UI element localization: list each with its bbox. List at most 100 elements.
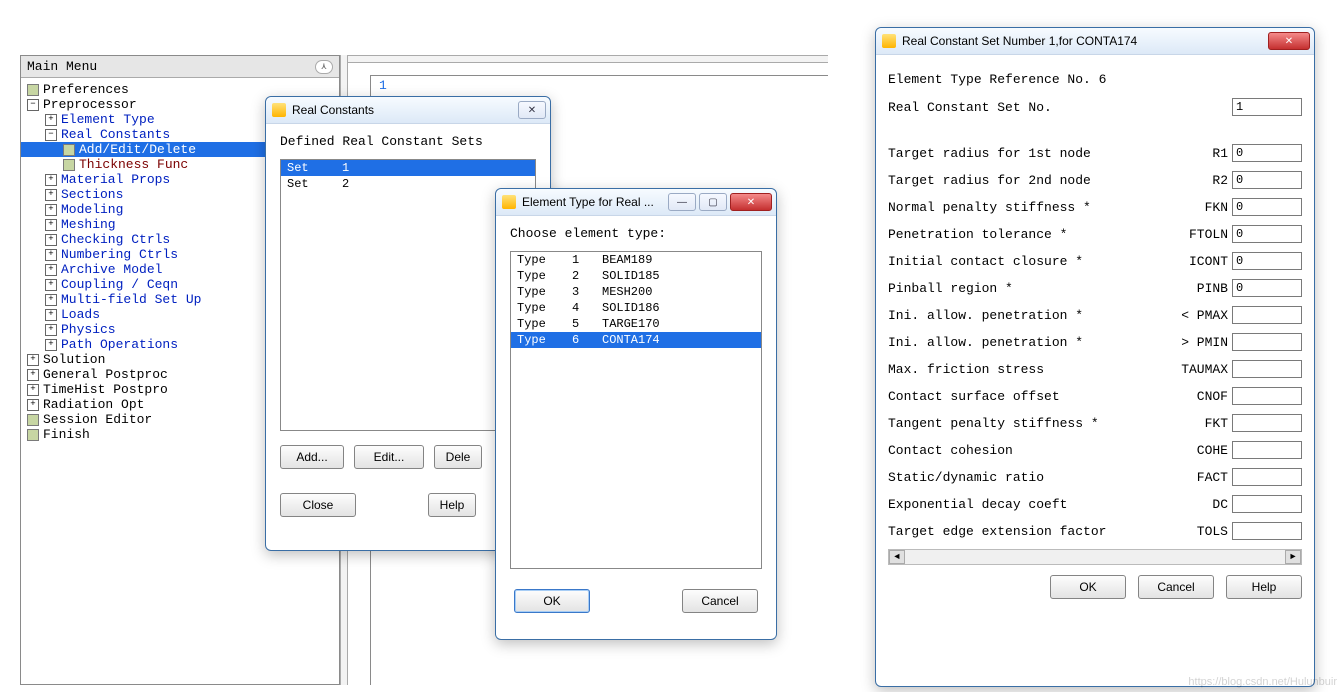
tree-item-label: Real Constants xyxy=(61,127,170,142)
field-input[interactable] xyxy=(1232,306,1302,324)
list-item[interactable]: Type1BEAM189 xyxy=(511,252,761,268)
scroll-right-icon[interactable]: ► xyxy=(1285,550,1301,564)
horizontal-scrollbar[interactable]: ◄ ► xyxy=(888,549,1302,565)
close-icon[interactable]: ✕ xyxy=(1268,32,1310,50)
element-type-titlebar[interactable]: Element Type for Real ... — ▢ ✕ xyxy=(496,189,776,216)
real-constants-titlebar[interactable]: Real Constants ✕ xyxy=(266,97,550,124)
cancel-button[interactable]: Cancel xyxy=(1138,575,1214,599)
field-input[interactable] xyxy=(1232,171,1302,189)
field-label: Tangent penalty stiffness * xyxy=(888,416,1168,431)
expand-icon[interactable]: + xyxy=(45,324,57,336)
tree-item-label: Solution xyxy=(43,352,105,367)
list-item[interactable]: Set1 xyxy=(281,160,535,176)
collapse-icon[interactable]: − xyxy=(45,129,57,141)
expand-icon[interactable]: + xyxy=(45,189,57,201)
field-label: Penetration tolerance * xyxy=(888,227,1168,242)
field-code: FKN xyxy=(1168,200,1232,215)
delete-button[interactable]: Dele xyxy=(434,445,482,469)
field-input[interactable] xyxy=(1232,333,1302,351)
list-item[interactable]: Type3MESH200 xyxy=(511,284,761,300)
tree-item-label: Thickness Func xyxy=(79,157,188,172)
field-input[interactable] xyxy=(1232,279,1302,297)
expand-icon[interactable]: + xyxy=(45,294,57,306)
field-label: Target radius for 2nd node xyxy=(888,173,1168,188)
field-input[interactable] xyxy=(1232,495,1302,513)
edit-button[interactable]: Edit... xyxy=(354,445,424,469)
expand-icon[interactable]: + xyxy=(45,279,57,291)
field-input[interactable] xyxy=(1232,252,1302,270)
field-row: Target edge extension factorTOLS xyxy=(888,518,1302,544)
field-code: DC xyxy=(1168,497,1232,512)
element-type-list[interactable]: Type1BEAM189Type2SOLID185Type3MESH200Typ… xyxy=(510,251,762,569)
help-button[interactable]: Help xyxy=(1226,575,1302,599)
field-code: FACT xyxy=(1168,470,1232,485)
expand-icon[interactable]: + xyxy=(45,339,57,351)
field-label: Target edge extension factor xyxy=(888,524,1168,539)
expand-icon[interactable]: + xyxy=(27,354,39,366)
help-button[interactable]: Help xyxy=(428,493,476,517)
field-input[interactable] xyxy=(1232,441,1302,459)
leaf-icon[interactable] xyxy=(27,84,39,96)
expand-icon[interactable]: + xyxy=(45,219,57,231)
field-label: Initial contact closure * xyxy=(888,254,1168,269)
field-row: Ini. allow. penetration *> PMIN xyxy=(888,329,1302,355)
expand-icon[interactable]: + xyxy=(27,369,39,381)
expand-icon[interactable]: + xyxy=(45,264,57,276)
editor-line-number: 1 xyxy=(379,78,387,93)
field-row: Target radius for 1st nodeR1 xyxy=(888,140,1302,166)
collapse-icon[interactable]: − xyxy=(27,99,39,111)
tree-item[interactable]: Preferences xyxy=(21,82,339,97)
field-input[interactable] xyxy=(1232,468,1302,486)
list-item[interactable]: Type6CONTA174 xyxy=(511,332,761,348)
close-button[interactable]: Close xyxy=(280,493,356,517)
add-button[interactable]: Add... xyxy=(280,445,344,469)
list-item[interactable]: Type4SOLID186 xyxy=(511,300,761,316)
tree-item-label: Material Props xyxy=(61,172,170,187)
leaf-icon[interactable] xyxy=(27,414,39,426)
app-icon xyxy=(882,34,896,48)
maximize-icon[interactable]: ▢ xyxy=(699,193,727,211)
field-input[interactable] xyxy=(1232,360,1302,378)
list-item[interactable]: Type2SOLID185 xyxy=(511,268,761,284)
tree-item-label: Meshing xyxy=(61,217,116,232)
leaf-icon[interactable] xyxy=(27,429,39,441)
tree-item-label: Checking Ctrls xyxy=(61,232,170,247)
minimize-icon[interactable]: — xyxy=(668,193,696,211)
field-input[interactable] xyxy=(1232,198,1302,216)
close-icon[interactable]: ✕ xyxy=(518,101,546,119)
field-row: Exponential decay coeftDC xyxy=(888,491,1302,517)
field-input[interactable] xyxy=(1232,225,1302,243)
app-icon xyxy=(502,195,516,209)
field-input[interactable] xyxy=(1232,387,1302,405)
field-row: Normal penalty stiffness *FKN xyxy=(888,194,1302,220)
collapse-icon[interactable]: ⋏ xyxy=(315,60,333,74)
expand-icon[interactable]: + xyxy=(45,114,57,126)
rcset-setno-input[interactable] xyxy=(1232,98,1302,116)
scroll-left-icon[interactable]: ◄ xyxy=(889,550,905,564)
horizontal-splitter[interactable] xyxy=(348,55,828,63)
expand-icon[interactable]: + xyxy=(45,249,57,261)
field-input[interactable] xyxy=(1232,522,1302,540)
field-code: FKT xyxy=(1168,416,1232,431)
leaf-icon[interactable] xyxy=(63,159,75,171)
field-input[interactable] xyxy=(1232,144,1302,162)
expand-icon[interactable]: + xyxy=(27,384,39,396)
element-type-heading: Choose element type: xyxy=(510,226,762,241)
expand-icon[interactable]: + xyxy=(45,204,57,216)
tree-item-label: Path Operations xyxy=(61,337,178,352)
expand-icon[interactable]: + xyxy=(45,234,57,246)
field-row: Ini. allow. penetration *< PMAX xyxy=(888,302,1302,328)
ok-button[interactable]: OK xyxy=(514,589,590,613)
close-icon[interactable]: ✕ xyxy=(730,193,772,211)
list-item[interactable]: Type5TARGE170 xyxy=(511,316,761,332)
field-input[interactable] xyxy=(1232,414,1302,432)
leaf-icon[interactable] xyxy=(63,144,75,156)
tree-item-label: TimeHist Postpro xyxy=(43,382,168,397)
cancel-button[interactable]: Cancel xyxy=(682,589,758,613)
expand-icon[interactable]: + xyxy=(45,309,57,321)
expand-icon[interactable]: + xyxy=(27,399,39,411)
rcset-titlebar[interactable]: Real Constant Set Number 1,for CONTA174 … xyxy=(876,28,1314,55)
expand-icon[interactable]: + xyxy=(45,174,57,186)
ok-button[interactable]: OK xyxy=(1050,575,1126,599)
rcset-fields: Target radius for 1st nodeR1 Target radiu… xyxy=(888,139,1302,545)
